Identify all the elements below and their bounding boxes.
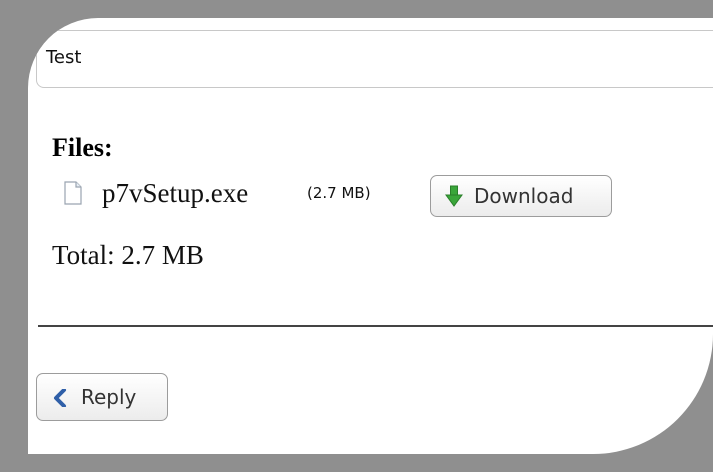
file-icon [64,181,82,205]
attachment-file-name[interactable]: p7vSetup.exe [102,178,248,209]
attachment-row: p7vSetup.exe (2.7 MB) Download [58,175,658,225]
reply-button-label: Reply [81,385,137,409]
files-heading: Files: [52,133,113,162]
download-button-label: Download [474,184,574,208]
reply-button[interactable]: Reply [36,373,168,421]
message-panel: Test Files: p7vSetup.exe (2.7 MB) Downlo… [28,18,713,454]
attachment-file-size: (2.7 MB) [307,184,371,202]
subject-field [36,30,713,88]
download-arrow-icon [445,185,463,207]
subject-text: Test [46,47,82,68]
attachments-total: Total: 2.7 MB [52,240,204,270]
divider [38,325,713,327]
download-button[interactable]: Download [430,175,612,217]
chevron-left-icon [53,388,67,408]
